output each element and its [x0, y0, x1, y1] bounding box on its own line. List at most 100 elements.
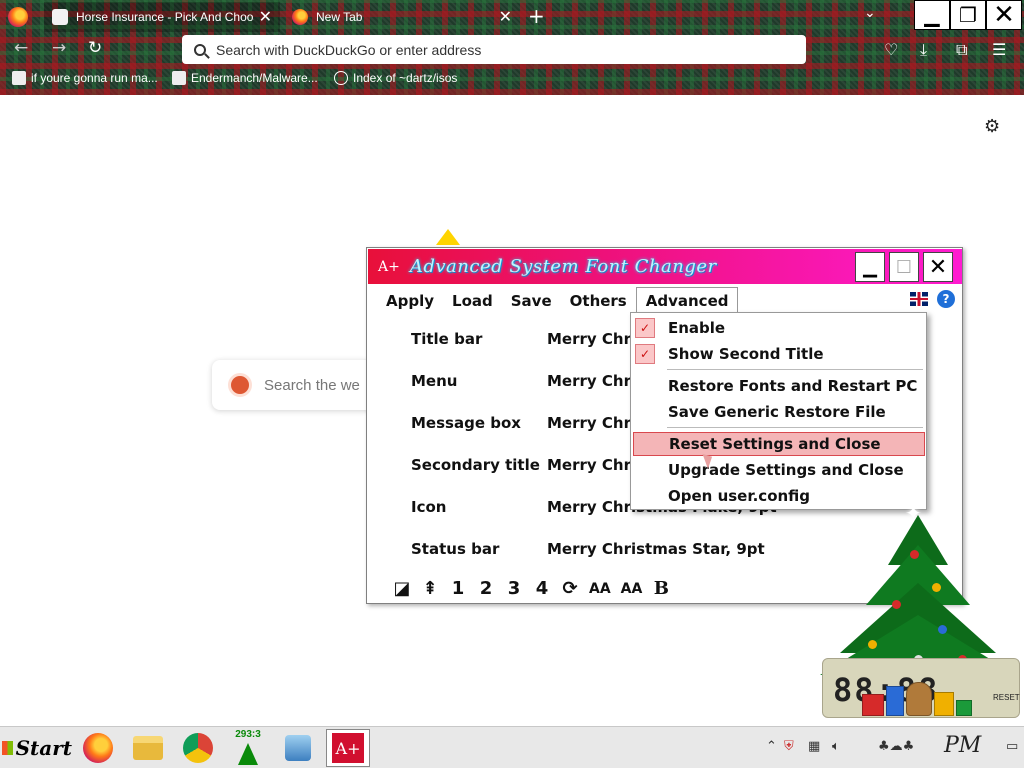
bookmark-item[interactable]: Endermanch/Malware...: [172, 71, 318, 85]
bookmark-label: Index of ~dartz/isos: [353, 71, 458, 85]
download-icon[interactable]: ⤓: [920, 40, 927, 60]
preset-2-button[interactable]: 2: [477, 578, 495, 599]
minimize-button[interactable]: ▁: [914, 0, 950, 30]
forward-arrow-icon[interactable]: →: [52, 38, 66, 58]
bold-icon[interactable]: B: [652, 578, 670, 599]
preset-4-button[interactable]: 4: [533, 578, 551, 599]
menu-item-label: Restore Fonts and Restart PC: [668, 377, 918, 395]
maximize-button[interactable]: ☐: [889, 252, 919, 282]
pocket-icon[interactable]: ♡: [884, 40, 898, 59]
gift-icon: [934, 692, 954, 716]
firefox-icon: [292, 9, 308, 25]
bookmark-label: if youre gonna run ma...: [31, 71, 158, 85]
reset-label[interactable]: RESET: [993, 693, 1020, 702]
menu-item-upgrade-settings[interactable]: Upgrade Settings and Close: [633, 458, 925, 482]
ornament-icon: [892, 600, 901, 609]
row-label: Secondary title: [411, 456, 540, 474]
menu-icon[interactable]: ☰: [992, 40, 1006, 59]
menu-save[interactable]: Save: [502, 288, 561, 314]
taskbar-file-explorer[interactable]: [126, 729, 170, 767]
contrast-icon[interactable]: ◪: [393, 578, 411, 599]
folder-icon: [133, 736, 163, 760]
page-favicon-icon: [52, 9, 68, 25]
taskbar-tree-app[interactable]: 293:3: [226, 729, 270, 767]
volume-icon[interactable]: 🔈︎: [832, 739, 840, 754]
notification-icon[interactable]: ▭: [1006, 739, 1018, 754]
taskbar-firefox[interactable]: [76, 729, 120, 767]
check-icon: ✓: [635, 344, 655, 364]
menu-item-restore-fonts[interactable]: Restore Fonts and Restart PC: [633, 374, 925, 398]
restore-button[interactable]: ❐: [950, 0, 986, 30]
teddy-bear-icon: [906, 682, 932, 716]
search-input[interactable]: Search the we: [212, 360, 382, 410]
bookmark-item[interactable]: if youre gonna run ma...: [12, 71, 158, 85]
extensions-icon[interactable]: ⧉: [956, 40, 967, 60]
check-icon: ✓: [635, 318, 655, 338]
reload-icon[interactable]: ↻: [88, 38, 102, 58]
menu-apply[interactable]: Apply: [377, 288, 443, 314]
uk-flag-icon[interactable]: [910, 292, 928, 306]
ornament-icon: [932, 583, 941, 592]
gift-icon: [956, 700, 972, 716]
globe-icon: [334, 71, 348, 85]
new-tab-icon[interactable]: +: [528, 4, 545, 28]
row-label: Message box: [411, 414, 521, 432]
preset-3-button[interactable]: 3: [505, 578, 523, 599]
close-button[interactable]: ✕: [923, 252, 953, 282]
start-button[interactable]: Start: [2, 731, 72, 765]
double-up-icon[interactable]: ⇞: [421, 578, 439, 599]
search-icon: [194, 43, 206, 56]
refresh-icon[interactable]: ⟳: [561, 578, 579, 599]
menu-load[interactable]: Load: [443, 288, 502, 314]
tab-title: New Tab: [316, 10, 363, 24]
font-row-title-bar[interactable]: Title bar Merry Chris: [411, 330, 645, 348]
menu-others[interactable]: Others: [561, 288, 636, 314]
bookmark-icon: [172, 71, 186, 85]
network-icon[interactable]: ▦: [808, 739, 820, 754]
bookmark-item[interactable]: Index of ~dartz/isos: [334, 71, 457, 85]
tab-horse-insurance[interactable]: Horse Insurance - Pick And Choos ✕: [44, 2, 280, 32]
font-toolbar: ◪ ⇞ 1 2 3 4 ⟳ AA AA B: [393, 578, 670, 599]
close-icon[interactable]: ✕: [259, 7, 272, 27]
menu-item-reset-settings[interactable]: Reset Settings and Close: [633, 432, 925, 456]
tab-new-tab[interactable]: New Tab ✕: [284, 2, 520, 32]
taskbar-chrome[interactable]: [176, 729, 220, 767]
font-row-menu[interactable]: Menu Merry Chris: [411, 372, 645, 390]
gifts-decoration: [862, 680, 972, 716]
menu-advanced[interactable]: Advanced: [635, 287, 739, 315]
menu-item-label: Enable: [668, 319, 726, 337]
address-bar[interactable]: Search with DuckDuckGo or enter address: [182, 35, 806, 64]
minimize-button[interactable]: ▁: [855, 252, 885, 282]
back-arrow-icon[interactable]: ←: [14, 38, 28, 58]
menu-separator: [667, 369, 923, 370]
font-changer-app-icon: A+: [332, 733, 364, 763]
font-size-up-icon[interactable]: AA: [589, 581, 611, 597]
menu-item-save-restore-file[interactable]: Save Generic Restore File: [633, 400, 925, 424]
decoration-triangle: [436, 229, 460, 245]
tab-title: Horse Insurance - Pick And Choos: [76, 10, 254, 24]
font-row-message-box[interactable]: Message box Merry Chris: [411, 414, 645, 432]
taskbar-font-changer[interactable]: A+: [326, 729, 370, 767]
gear-icon[interactable]: ⚙: [984, 116, 1000, 137]
font-size-down-icon[interactable]: AA: [621, 581, 643, 597]
font-row-status-bar[interactable]: Status bar Merry Christmas Star, 9pt: [411, 540, 765, 558]
chevron-up-icon[interactable]: ⌃: [766, 739, 777, 754]
window-titlebar[interactable]: A+ Advanced System Font Changer ▁ ☐ ✕: [368, 249, 962, 284]
close-window-button[interactable]: ✕: [986, 0, 1022, 30]
taskbar-installer[interactable]: [276, 729, 320, 767]
chrome-icon: [183, 733, 213, 763]
chevron-down-icon[interactable]: ⌄: [864, 5, 876, 21]
close-icon[interactable]: ✕: [499, 7, 512, 27]
row-label: Icon: [411, 498, 447, 516]
row-label: Menu: [411, 372, 458, 390]
menu-item-label: Show Second Title: [668, 345, 824, 363]
firefox-icon[interactable]: [8, 7, 28, 27]
font-row-secondary-title[interactable]: Secondary title Merry Chris: [411, 456, 645, 474]
bookmark-icon: [12, 71, 26, 85]
menu-item-enable[interactable]: ✓ Enable: [633, 316, 925, 340]
preset-1-button[interactable]: 1: [449, 578, 467, 599]
security-icon[interactable]: ⛨: [784, 739, 794, 754]
menu-item-show-second-title[interactable]: ✓ Show Second Title: [633, 342, 925, 366]
help-icon[interactable]: ?: [937, 290, 955, 308]
clock-label[interactable]: PM: [944, 733, 981, 758]
